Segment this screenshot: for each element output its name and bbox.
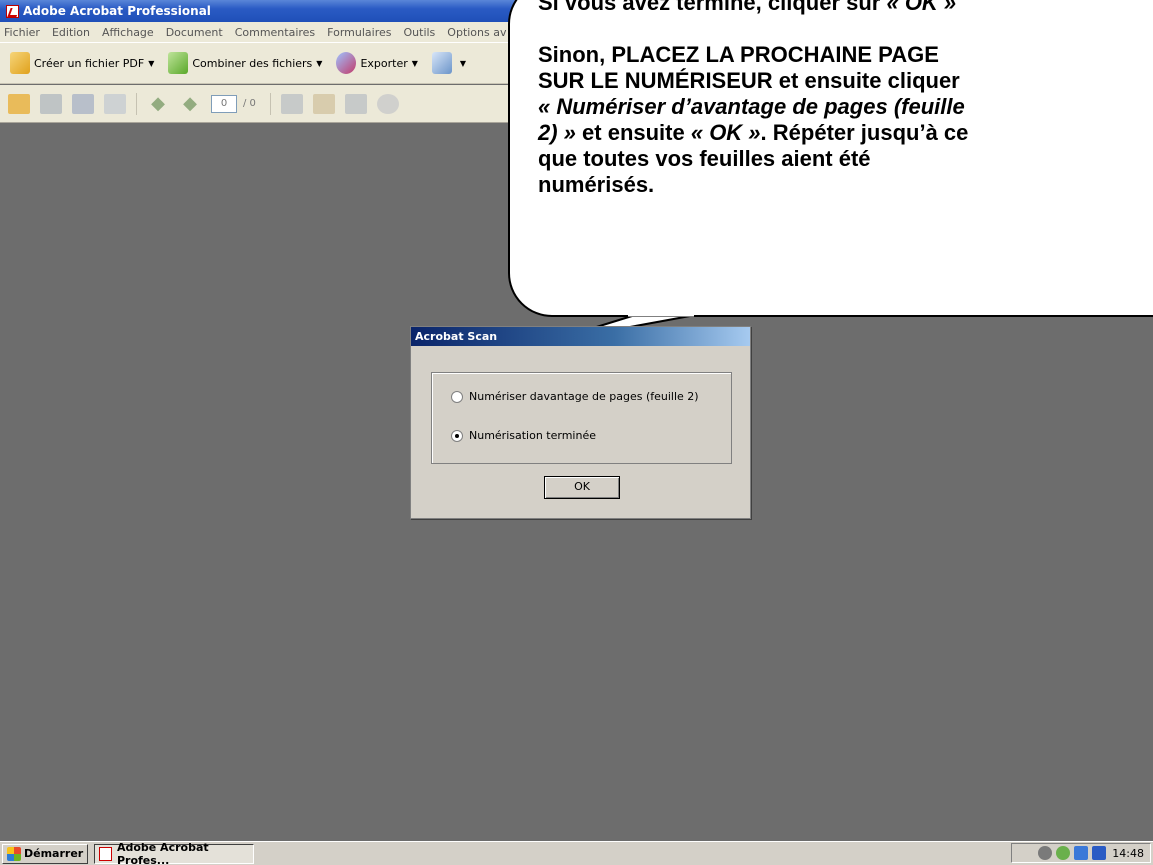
email-icon[interactable]	[104, 93, 126, 114]
export-label: Exporter	[360, 56, 408, 70]
menu-fichier[interactable]: Fichier	[4, 26, 40, 39]
export-button[interactable]: Exporter ▼	[336, 52, 418, 74]
open-folder-icon[interactable]	[8, 93, 30, 114]
instruction-text: Si vous avez terminé, cliquer sur « OK »…	[538, 0, 1153, 224]
select-text-icon[interactable]	[280, 93, 303, 114]
menu-affichage[interactable]: Affichage	[102, 26, 154, 39]
scan-options-group	[431, 372, 732, 464]
create-pdf-icon	[10, 52, 30, 74]
acrobat-app-icon	[6, 4, 19, 18]
option-scan-done[interactable]: Numérisation terminée	[451, 429, 596, 442]
zoom-tool-icon[interactable]	[344, 93, 367, 114]
page-number-input[interactable]: 0	[211, 94, 237, 113]
clock: 14:48	[1112, 846, 1144, 860]
radio-scan-done[interactable]	[451, 429, 463, 442]
dialog-title[interactable]: Acrobat Scan	[411, 327, 750, 346]
print-icon[interactable]	[40, 93, 62, 114]
menu-commentaires[interactable]: Commentaires	[235, 26, 315, 39]
create-pdf-label: Créer un fichier PDF	[34, 56, 145, 70]
option-scan-more[interactable]: Numériser davantage de pages (feuille 2)	[451, 390, 699, 403]
ok-button[interactable]: OK	[544, 476, 620, 499]
chevron-down-icon: ▼	[459, 58, 467, 68]
page-total: / 0	[243, 98, 256, 109]
network-icon[interactable]	[1038, 846, 1053, 860]
security-shield-icon[interactable]	[1092, 846, 1107, 860]
windows-logo-icon	[7, 846, 21, 861]
combine-files-button[interactable]: Combiner des fichiers ▼	[168, 52, 322, 74]
export-icon	[336, 52, 357, 74]
start-button[interactable]: Démarrer	[2, 843, 89, 864]
option-scan-more-label: Numériser davantage de pages (feuille 2)	[469, 390, 699, 403]
hand-tool-icon[interactable]	[312, 93, 335, 114]
chevron-down-icon: ▼	[148, 58, 155, 68]
menu-document[interactable]: Document	[166, 26, 223, 39]
previous-page-icon[interactable]: ◆	[147, 93, 169, 114]
toolbar-separator	[136, 92, 137, 115]
option-scan-done-label: Numérisation terminée	[469, 429, 596, 442]
instruction-more: Sinon, PLACEZ LA PROCHAINE PAGE SUR LE N…	[538, 42, 969, 197]
system-tray: 14:48	[1011, 843, 1151, 863]
combine-files-icon	[168, 52, 189, 74]
secure-icon	[431, 52, 452, 74]
menu-options-avancees[interactable]: Options av	[447, 26, 506, 39]
acrobat-scan-dialog: Acrobat Scan Numériser davantage de page…	[410, 326, 751, 519]
next-page-icon[interactable]: ◆	[179, 93, 201, 114]
taskbar-acrobat-label: Adobe Acrobat Profes...	[116, 840, 209, 865]
menu-outils[interactable]: Outils	[404, 26, 436, 39]
update-icon[interactable]	[1056, 846, 1071, 860]
toolbar-separator	[269, 92, 271, 115]
combine-files-label: Combiner des fichiers	[192, 56, 313, 70]
chevron-down-icon: ▼	[316, 58, 323, 68]
more-tools-button[interactable]: ▼	[431, 52, 467, 74]
save-icon[interactable]	[72, 93, 94, 114]
radio-scan-more[interactable]	[451, 390, 463, 403]
instruction-done: Si vous avez terminé, cliquer sur « OK »	[538, 0, 957, 15]
window-title: Adobe Acrobat Professional	[23, 4, 211, 18]
monitor-icon[interactable]	[1074, 846, 1089, 860]
start-label: Démarrer	[24, 847, 84, 860]
zoom-out-icon[interactable]	[376, 93, 399, 114]
taskbar-acrobat-button[interactable]: Adobe Acrobat Profes...	[94, 840, 255, 865]
acrobat-icon	[99, 846, 112, 861]
menu-edition[interactable]: Edition	[52, 26, 90, 39]
create-pdf-button[interactable]: Créer un fichier PDF ▼	[10, 52, 154, 74]
chevron-down-icon: ▼	[411, 58, 418, 68]
taskbar: Démarrer Adobe Acrobat Profes... 14:48	[0, 841, 1153, 865]
menu-formulaires[interactable]: Formulaires	[327, 26, 391, 39]
